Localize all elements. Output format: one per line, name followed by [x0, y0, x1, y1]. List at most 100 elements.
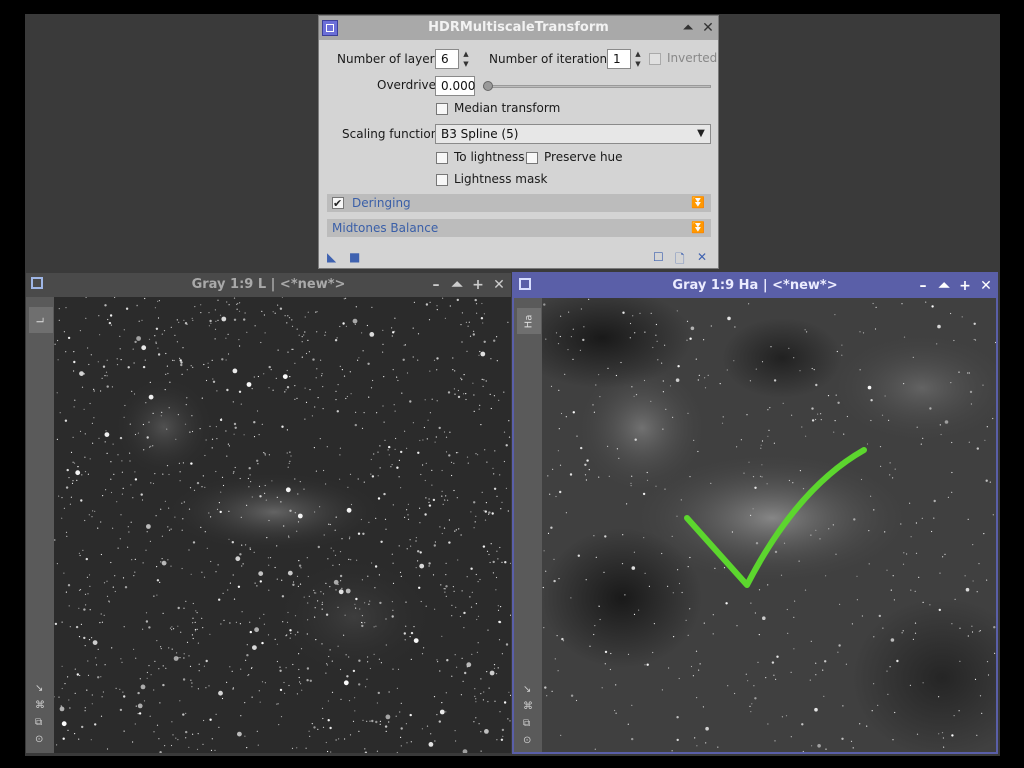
close-icon[interactable]: ✕: [978, 276, 994, 296]
star: [349, 536, 351, 538]
star: [258, 434, 260, 436]
reset-icon[interactable]: ✕: [697, 250, 707, 264]
star: [448, 454, 451, 457]
star: [856, 599, 858, 601]
star: [350, 393, 352, 395]
deringing-checkbox[interactable]: [332, 195, 344, 213]
dialog-titlebar[interactable]: HDRMultiscaleTransform ⏶ ✕: [319, 16, 718, 40]
info-icon[interactable]: ⊙: [523, 735, 531, 746]
inverted-checkbox[interactable]: [649, 53, 661, 65]
star: [466, 456, 469, 458]
star: [621, 563, 624, 565]
star: [72, 480, 74, 482]
star: [644, 572, 646, 574]
view-tab-ha[interactable]: Ha: [517, 308, 541, 334]
scaling-function-label: Scaling function:: [342, 127, 443, 141]
star: [233, 598, 236, 600]
to-lightness-checkbox[interactable]: [436, 152, 448, 164]
star: [480, 693, 482, 695]
image-canvas-l[interactable]: [54, 297, 511, 753]
deringing-section[interactable]: Deringing ⏬: [327, 194, 711, 213]
preview-icon[interactable]: ☐: [653, 250, 664, 264]
star: [834, 314, 836, 316]
shade-icon[interactable]: ⏶: [449, 275, 465, 295]
star: [398, 476, 400, 478]
preserve-hue-checkbox[interactable]: [526, 152, 538, 164]
star: [316, 331, 318, 333]
star: [219, 314, 222, 316]
median-transform-checkbox[interactable]: [436, 103, 448, 115]
star: [501, 561, 503, 563]
star: [424, 399, 426, 401]
star: [687, 566, 689, 568]
minimize-icon[interactable]: –: [428, 275, 444, 295]
view-tab-l[interactable]: L: [29, 307, 53, 333]
lightness-mask-checkbox[interactable]: [436, 174, 448, 186]
scaling-function-value: B3 Spline (5): [441, 127, 519, 141]
browse-documentation-icon[interactable]: 🗋: [675, 250, 685, 271]
window-titlebar[interactable]: Gray 1:9 Ha | <*new*> – ⏶ + ✕: [514, 274, 996, 298]
minimize-icon[interactable]: –: [915, 276, 931, 296]
info-icon[interactable]: ⊙: [35, 734, 43, 745]
star: [410, 545, 412, 547]
star: [989, 481, 991, 483]
maximize-icon[interactable]: +: [470, 275, 486, 295]
star: [951, 623, 953, 625]
maximize-icon[interactable]: +: [957, 276, 973, 296]
number-of-iterations-stepper[interactable]: ▲ ▼: [631, 49, 645, 69]
image-window-ha[interactable]: Gray 1:9 Ha | <*new*> – ⏶ + ✕ Ha ↘ ⌘ ⧉ ⊙: [512, 272, 998, 754]
star: [445, 711, 447, 713]
star: [470, 567, 473, 570]
star: [278, 724, 280, 726]
apply-icon[interactable]: ■: [349, 250, 360, 264]
new-instance-icon[interactable]: ◣: [327, 250, 336, 264]
star: [106, 748, 109, 750]
image-window-l[interactable]: Gray 1:9 L | <*new*> – ⏶ + ✕ L ↘ ⌘ ⧉ ⊙: [26, 273, 511, 753]
star: [419, 551, 422, 554]
star: [349, 473, 352, 475]
window-titlebar[interactable]: Gray 1:9 L | <*new*> – ⏶ + ✕: [26, 273, 511, 297]
star: [401, 392, 403, 394]
star: [334, 529, 336, 531]
midtones-balance-section[interactable]: Midtones Balance ⏬: [327, 219, 711, 237]
overdrive-slider[interactable]: [483, 85, 711, 88]
close-icon[interactable]: ✕: [699, 18, 717, 38]
clone-icon[interactable]: ⧉: [35, 717, 42, 728]
expand-icon[interactable]: ⏬: [691, 219, 705, 237]
scaling-function-select[interactable]: B3 Spline (5) ▼: [435, 124, 711, 144]
number-of-layers-input[interactable]: 6: [435, 49, 459, 69]
zoom-icon[interactable]: ⌘: [35, 700, 45, 711]
star: [943, 746, 945, 748]
star: [100, 553, 102, 556]
star: [168, 529, 171, 531]
star: [173, 628, 175, 630]
overdrive-input[interactable]: 0.000: [435, 76, 475, 96]
star: [584, 463, 587, 466]
zoom-icon[interactable]: ⌘: [523, 701, 533, 712]
star: [608, 475, 610, 477]
shade-icon[interactable]: ⏶: [679, 18, 697, 38]
star: [88, 363, 90, 366]
star: [404, 344, 406, 346]
close-icon[interactable]: ✕: [491, 275, 507, 295]
number-of-iterations-input[interactable]: 1: [607, 49, 631, 69]
star: [475, 303, 478, 305]
number-of-layers-stepper[interactable]: ▲ ▼: [459, 49, 473, 69]
star: [264, 492, 266, 494]
clone-icon[interactable]: ⧉: [523, 718, 530, 729]
star: [837, 401, 840, 404]
star: [297, 585, 299, 587]
star: [266, 537, 268, 539]
image-canvas-ha[interactable]: [542, 298, 996, 752]
star: [976, 591, 978, 593]
star: [468, 321, 470, 323]
shade-icon[interactable]: ⏶: [936, 276, 952, 296]
fit-view-icon[interactable]: ↘: [35, 683, 43, 694]
star: [358, 683, 361, 686]
expand-icon[interactable]: ⏬: [691, 194, 705, 212]
overdrive-slider-handle[interactable]: [483, 81, 493, 91]
star: [258, 571, 264, 576]
fit-view-icon[interactable]: ↘: [523, 684, 531, 695]
star: [145, 402, 147, 404]
star: [336, 337, 338, 339]
